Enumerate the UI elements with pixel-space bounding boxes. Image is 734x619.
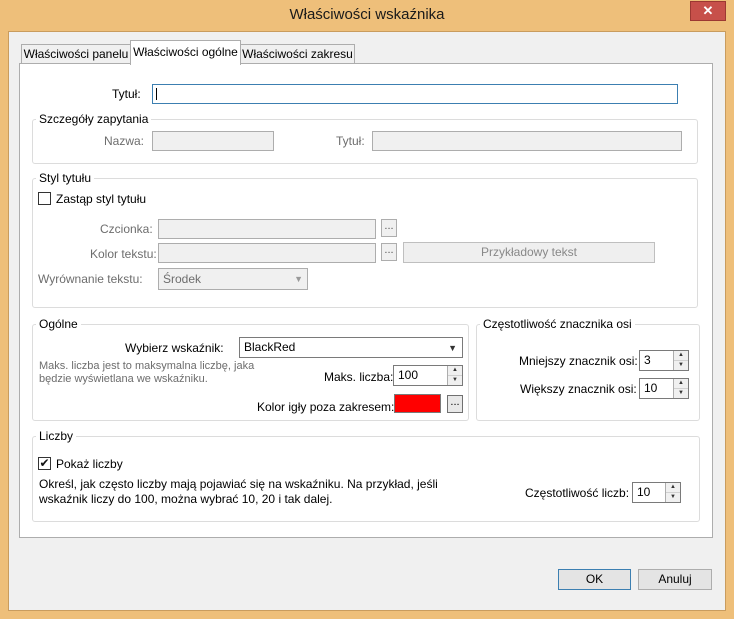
select-gauge-value: BlackRed [244,340,296,354]
text-color-field [158,243,376,263]
chevron-down-icon: ▼ [448,343,457,353]
font-field [158,219,376,239]
title-input[interactable] [152,84,678,104]
major-tick-label: Większy znacznik osi: [520,382,637,396]
axis-tick-frequency-legend: Częstotliwość znacznika osi [480,317,635,331]
spin-up-icon[interactable]: ▲ [674,379,688,389]
needle-color-label: Kolor igły poza zakresem: [257,400,395,414]
select-gauge-dropdown[interactable]: BlackRed ▼ [239,337,463,358]
spin-up-icon[interactable]: ▲ [674,351,688,361]
minor-tick-label: Mniejszy znacznik osi: [519,354,638,368]
text-align-value: Środek [163,272,202,286]
tab-label: Właściwości ogólne [133,45,238,59]
title-style-legend: Styl tytułu [36,171,95,185]
numbers-help-line-2: wskaźnik liczy do 100, można wybrać 10, … [39,492,333,506]
major-tick-stepper[interactable]: 10 ▲ ▼ [639,378,689,399]
tab-label: Właściwości zakresu [242,47,353,61]
text-align-label: Wyrównanie tekstu: [38,272,143,286]
max-help-text-line-2: będzie wyświetlana we wskaźniku. [39,373,208,385]
axis-tick-frequency-group [476,324,700,421]
max-number-spinner[interactable]: ▲ ▼ [447,366,462,385]
spin-down-icon[interactable]: ▼ [674,361,688,371]
query-details-legend: Szczegóły zapytania [36,112,152,126]
text-color-browse-button: ... [381,243,397,261]
query-name-label: Nazwa: [104,134,145,148]
minor-tick-spinner[interactable]: ▲ ▼ [673,351,688,370]
sample-text-button: Przykładowy tekst [403,242,655,263]
title-label: Tytuł: [112,87,141,101]
needle-color-fill [395,395,440,412]
font-label: Czcionka: [100,222,153,236]
override-title-style-label: Zastąp styl tytułu [56,192,147,206]
needle-color-browse-button[interactable]: ... [447,395,463,413]
spin-up-icon[interactable]: ▲ [666,483,680,493]
spin-down-icon[interactable]: ▼ [448,376,462,386]
numbers-legend: Liczby [36,429,77,443]
tab-panel-properties[interactable]: Właściwości panelu [21,44,131,65]
number-frequency-stepper[interactable]: 10 ▲ ▼ [632,482,681,503]
query-title-label: Tytuł: [336,134,365,148]
numbers-help-line-1: Określ, jak często liczby mają pojawiać … [39,477,438,491]
ok-button[interactable]: OK [558,569,631,590]
select-gauge-label: Wybierz wskaźnik: [125,341,224,355]
checkmark-icon: ✔ [39,456,50,470]
close-button[interactable]: ✕ [690,1,726,21]
query-title-field [372,131,682,151]
number-frequency-label: Częstotliwość liczb: [525,486,630,500]
close-icon: ✕ [702,3,714,18]
spin-up-icon[interactable]: ▲ [448,366,462,376]
text-cursor [156,88,157,100]
text-align-select: Środek ▼ [158,268,308,290]
spin-down-icon[interactable]: ▼ [666,493,680,503]
spin-down-icon[interactable]: ▼ [674,389,688,399]
text-color-label: Kolor tekstu: [90,247,157,261]
minor-tick-stepper[interactable]: 3 ▲ ▼ [639,350,689,371]
needle-color-swatch[interactable] [394,394,441,413]
general-legend: Ogólne [36,317,81,331]
number-frequency-spinner[interactable]: ▲ ▼ [665,483,680,502]
query-name-field [152,131,274,151]
max-number-label: Maks. liczba: [324,370,394,384]
major-tick-spinner[interactable]: ▲ ▼ [673,379,688,398]
chevron-down-icon: ▼ [294,274,303,284]
cancel-button[interactable]: Anuluj [638,569,712,590]
max-help-text-line-1: Maks. liczba jest to maksymalna liczbę, … [39,360,255,372]
window-title: Właściwości wskaźnika [289,6,445,23]
tab-range-properties[interactable]: Właściwości zakresu [240,44,355,65]
tab-label: Właściwości panelu [23,47,129,61]
tab-panel: Tytuł: Szczegóły zapytania Nazwa: Tytuł:… [19,63,713,538]
show-numbers-checkbox[interactable]: ✔ [38,457,51,470]
show-numbers-label: Pokaż liczby [56,457,123,471]
tab-general-properties[interactable]: Właściwości ogólne [130,40,241,65]
font-browse-button: ... [381,219,397,237]
override-title-style-checkbox[interactable] [38,192,51,205]
max-number-stepper[interactable]: 100 ▲ ▼ [393,365,463,386]
